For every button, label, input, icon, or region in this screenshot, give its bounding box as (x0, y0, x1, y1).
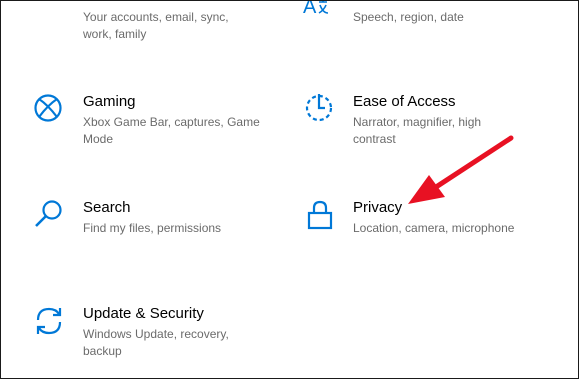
search-icon (33, 199, 73, 239)
ease-of-access-icon (303, 91, 343, 131)
tile-search-title: Search (83, 199, 131, 216)
settings-window: Your accounts, email, sync, work, family… (0, 0, 579, 379)
tile-update-security-title: Update & Security (83, 305, 204, 322)
tile-accounts[interactable]: Your accounts, email, sync, work, family (33, 1, 253, 43)
tile-update-security-desc: Windows Update, recovery, backup (83, 327, 229, 358)
language-icon: A (303, 0, 343, 31)
tile-privacy-desc: Location, camera, microphone (353, 221, 515, 235)
sync-icon (33, 305, 73, 345)
tile-ease-of-access-desc: Narrator, magnifier, high contrast (353, 115, 482, 146)
tile-search-desc: Find my files, permissions (83, 221, 222, 235)
person-icon (33, 1, 73, 21)
tile-search[interactable]: Search Find my files, permissions (33, 199, 263, 249)
tile-gaming-title: Gaming (83, 93, 136, 110)
tile-privacy-title: Privacy (353, 199, 403, 216)
xbox-icon (33, 93, 73, 133)
tile-privacy[interactable]: Privacy Location, camera, microphone (303, 199, 543, 249)
tile-update-security[interactable]: Update & Security Windows Update, recove… (33, 305, 263, 365)
tile-gaming-desc: Xbox Game Bar, captures, Game Mode (83, 115, 260, 146)
tile-time-language[interactable]: A Speech, region, date (303, 0, 543, 33)
tile-time-language-desc: Speech, region, date (353, 10, 464, 24)
tile-gaming[interactable]: Gaming Xbox Game Bar, captures, Game Mod… (33, 93, 263, 153)
lock-icon (306, 199, 346, 239)
tile-ease-of-access[interactable]: Ease of Access Narrator, magnifier, high… (303, 93, 543, 153)
tile-accounts-desc: Your accounts, email, sync, work, family (83, 10, 229, 41)
svg-text:A: A (303, 0, 317, 18)
tile-ease-of-access-title: Ease of Access (353, 93, 456, 110)
